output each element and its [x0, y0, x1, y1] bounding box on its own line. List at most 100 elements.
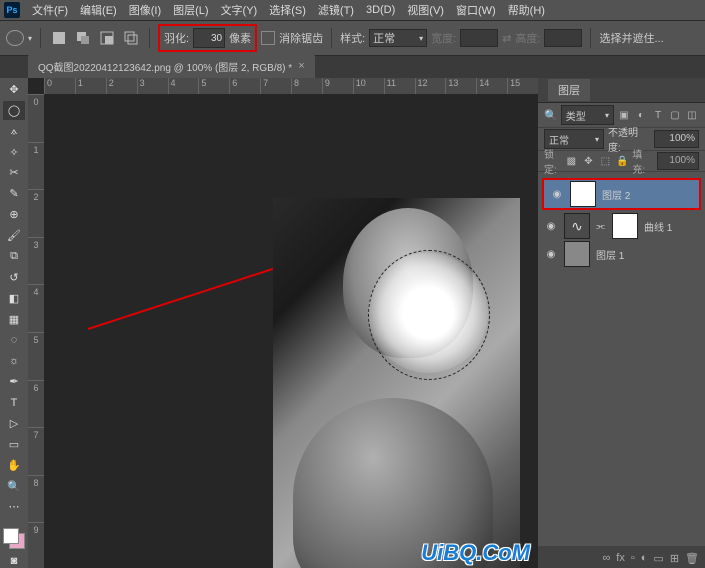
select-and-mask-button[interactable]: 选择并遮住...	[599, 30, 663, 46]
document-canvas[interactable]	[273, 198, 520, 568]
new-layer-icon[interactable]: ⊞	[670, 552, 679, 565]
antialias-checkbox[interactable]	[261, 31, 275, 45]
ruler-vertical: 0123456789	[28, 94, 44, 568]
layers-tab[interactable]: 图层	[548, 79, 590, 101]
document-tab-title: QQ截图20220412123642.png @ 100% (图层 2, RGB…	[38, 59, 292, 74]
selection-add-icon[interactable]	[75, 30, 91, 46]
tool-preset-dropdown[interactable]: ▾	[28, 34, 32, 43]
filter-type-dropdown[interactable]: 类型▾	[561, 105, 614, 125]
filter-pixel-icon[interactable]: ▣	[617, 108, 631, 122]
width-label: 宽度:	[431, 30, 456, 46]
lock-artboard-icon[interactable]: ⬚	[598, 154, 612, 168]
canvas-area[interactable]: 0123456789101112131415 0123456789 UiBQ.C…	[28, 78, 538, 568]
marquee-tool-icon[interactable]: ◯	[3, 101, 25, 120]
path-tool-icon[interactable]: ▷	[3, 414, 25, 433]
filter-type-icon[interactable]: T	[651, 108, 665, 122]
add-adjustment-icon[interactable]: ◐	[641, 552, 648, 564]
more-tools-icon[interactable]: ⋯	[3, 498, 25, 517]
visibility-toggle-icon[interactable]: ◉	[550, 187, 564, 201]
selection-new-icon[interactable]	[51, 30, 67, 46]
layers-panel: 图层 🔍 类型▾ ▣ ◐ T ▢ ◫ 正常▾ 不透明度: 100% 锁定: ▩ …	[538, 78, 705, 568]
quickmask-icon[interactable]: ◙	[3, 551, 25, 568]
pen-tool-icon[interactable]: ✒	[3, 372, 25, 391]
eyedropper-tool-icon[interactable]: ✎	[3, 184, 25, 203]
antialias-label: 消除锯齿	[279, 30, 323, 46]
filter-shape-icon[interactable]: ▢	[668, 108, 682, 122]
menu-edit[interactable]: 编辑(E)	[74, 0, 123, 20]
type-tool-icon[interactable]: T	[3, 393, 25, 412]
crop-tool-icon[interactable]: ✂	[3, 164, 25, 183]
ruler-horizontal: 0123456789101112131415	[44, 78, 538, 94]
document-tab[interactable]: QQ截图20220412123642.png @ 100% (图层 2, RGB…	[28, 54, 315, 78]
shape-tool-icon[interactable]: ▭	[3, 435, 25, 454]
new-group-icon[interactable]: ▭	[653, 552, 663, 565]
style-label: 样式:	[340, 30, 365, 46]
filter-smart-icon[interactable]: ◫	[685, 108, 699, 122]
lock-all-icon[interactable]: 🔒	[615, 154, 629, 168]
color-swatches[interactable]	[3, 528, 25, 549]
dodge-tool-icon[interactable]: ☼	[3, 351, 25, 370]
hand-tool-icon[interactable]: ✋	[3, 456, 25, 475]
layer-name[interactable]: 图层 1	[596, 247, 624, 262]
feather-label: 羽化:	[164, 30, 189, 46]
menu-layer[interactable]: 图层(L)	[167, 0, 214, 20]
feather-input[interactable]	[193, 28, 225, 48]
add-mask-icon[interactable]: ▫	[631, 552, 635, 564]
current-tool-icon[interactable]	[6, 30, 24, 46]
layer-row-1[interactable]: ◉ 图层 1	[538, 240, 705, 268]
layer-row-curves[interactable]: ◉ ∿ ⫘ 曲线 1	[538, 212, 705, 240]
menu-type[interactable]: 文字(Y)	[215, 0, 264, 20]
menu-filter[interactable]: 滤镜(T)	[312, 0, 360, 20]
gradient-tool-icon[interactable]: ▦	[3, 310, 25, 329]
close-tab-icon[interactable]: ×	[298, 60, 304, 72]
layer-thumbnail[interactable]	[564, 241, 590, 267]
menu-image[interactable]: 图像(I)	[123, 0, 167, 20]
lasso-tool-icon[interactable]: ⟑	[3, 122, 25, 141]
layer-name[interactable]: 图层 2	[602, 187, 630, 202]
move-tool-icon[interactable]: ✥	[3, 80, 25, 99]
feather-unit: 像素	[229, 30, 251, 46]
history-brush-tool-icon[interactable]: ↺	[3, 268, 25, 287]
zoom-tool-icon[interactable]: 🔍	[3, 477, 25, 496]
filter-search-icon[interactable]: 🔍	[544, 109, 558, 122]
layer-thumbnail[interactable]	[570, 181, 596, 207]
style-dropdown[interactable]: 正常▾	[369, 29, 427, 47]
brush-tool-icon[interactable]: 🖌	[3, 226, 25, 245]
filter-adjust-icon[interactable]: ◐	[634, 108, 648, 122]
lock-position-icon[interactable]: ✥	[581, 154, 595, 168]
menu-3d[interactable]: 3D(D)	[360, 2, 401, 18]
stamp-tool-icon[interactable]: ⧉	[3, 247, 25, 266]
feather-highlight-box: 羽化: 像素	[158, 24, 257, 52]
visibility-toggle-icon[interactable]: ◉	[544, 219, 558, 233]
watermark: UiBQ.CoM	[421, 540, 530, 566]
magic-wand-tool-icon[interactable]: ✧	[3, 143, 25, 162]
layer-name[interactable]: 曲线 1	[644, 219, 672, 234]
layer2-highlight-box: ◉ 图层 2	[542, 178, 701, 210]
visibility-toggle-icon[interactable]: ◉	[544, 247, 558, 261]
healing-tool-icon[interactable]: ⊕	[3, 205, 25, 224]
menu-window[interactable]: 窗口(W)	[450, 0, 502, 20]
selection-intersect-icon[interactable]	[123, 30, 139, 46]
fill-value[interactable]: 100%	[657, 152, 699, 170]
height-input	[544, 29, 582, 47]
lock-pixels-icon[interactable]: ▩	[564, 154, 578, 168]
eraser-tool-icon[interactable]: ◧	[3, 289, 25, 308]
menu-select[interactable]: 选择(S)	[263, 0, 312, 20]
foreground-color-swatch[interactable]	[3, 528, 19, 544]
toolbox: ✥ ◯ ⟑ ✧ ✂ ✎ ⊕ 🖌 ⧉ ↺ ◧ ▦ ◌ ☼ ✒ T ▷ ▭ ✋ 🔍 …	[0, 78, 28, 568]
elliptical-selection[interactable]	[368, 250, 490, 380]
selection-subtract-icon[interactable]	[99, 30, 115, 46]
swap-wh-icon: ⇄	[502, 32, 511, 45]
delete-layer-icon[interactable]: 🗑	[685, 552, 699, 565]
width-input	[460, 29, 498, 47]
blur-tool-icon[interactable]: ◌	[3, 331, 25, 350]
layer-row-2[interactable]: ◉ 图层 2	[544, 180, 699, 208]
layer-mask-thumbnail[interactable]	[612, 213, 638, 239]
ps-logo: Ps	[4, 2, 20, 18]
menu-view[interactable]: 视图(V)	[401, 0, 450, 20]
curves-adjustment-icon[interactable]: ∿	[564, 213, 590, 239]
menu-help[interactable]: 帮助(H)	[502, 0, 551, 20]
link-layers-icon[interactable]: ∞	[602, 552, 610, 564]
menu-file[interactable]: 文件(F)	[26, 0, 74, 20]
fx-icon[interactable]: fx	[616, 552, 625, 564]
